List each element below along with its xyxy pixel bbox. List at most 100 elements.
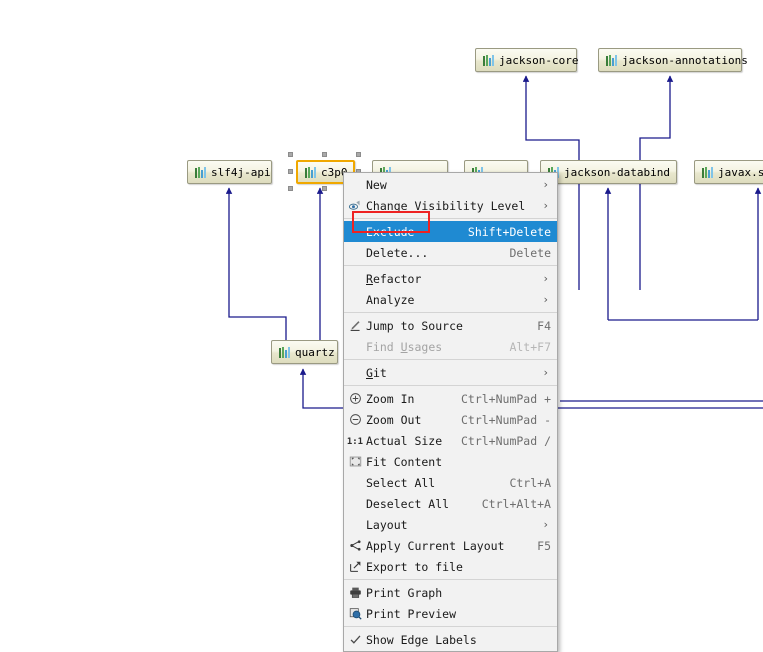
graph-node-label: javax.se [718, 165, 763, 179]
menu-item-shortcut: Ctrl+NumPad / [460, 433, 551, 448]
jar-bars-icon [305, 166, 316, 178]
graph-context-menu[interactable]: New › Change Visibility Level › Exclude Shift… [343, 172, 558, 652]
menu-item-label: Print Preview [366, 606, 457, 621]
menu-item-shortcut: F4 [537, 318, 551, 333]
pencil-icon [344, 316, 366, 336]
menu-item-label: Change Visibility Level [366, 198, 526, 213]
chevron-right-icon: › [542, 178, 549, 191]
graph-node-slf4j-api[interactable]: slf4j-api [187, 160, 272, 184]
menu-icon-placeholder [344, 175, 366, 195]
menu-item-label: Refactor [366, 271, 422, 286]
menu-item-exclude[interactable]: Exclude Shift+Delete [344, 221, 557, 242]
printer-icon [344, 583, 366, 603]
menu-item-delete[interactable]: Delete... Delete [344, 242, 557, 263]
menu-item-label: Deselect All [366, 496, 450, 511]
menu-separator [344, 218, 557, 219]
jar-bars-icon [606, 54, 617, 66]
menu-icon-placeholder [344, 473, 366, 493]
graph-node-jackson-annotations[interactable]: jackson-annotations [598, 48, 748, 72]
graph-node-quartz[interactable]: quartz [271, 340, 338, 364]
menu-item-fit-content[interactable]: Fit Content [344, 451, 557, 472]
eye-icon [344, 196, 366, 216]
selection-handle-middle-left[interactable] [288, 169, 293, 174]
menu-item-label: Apply Current Layout [366, 538, 505, 553]
menu-item-label: Select All [366, 475, 436, 490]
menu-item-zoom-out[interactable]: Zoom Out Ctrl+NumPad - [344, 409, 557, 430]
menu-item-apply-layout[interactable]: Apply Current Layout F5 [344, 535, 557, 556]
fit-content-icon [344, 452, 366, 472]
menu-item-label: Git [366, 365, 387, 380]
check-icon [344, 630, 366, 650]
menu-item-jump-to-source[interactable]: Jump to Source F4 [344, 315, 557, 336]
menu-separator [344, 385, 557, 386]
menu-item-show-edge-labels[interactable]: Show Edge Labels [344, 629, 557, 650]
jar-bars-icon [483, 54, 494, 66]
menu-item-find-usages: Find Usages Alt+F7 [344, 336, 557, 357]
menu-icon-placeholder [344, 290, 366, 310]
menu-icon-placeholder [344, 494, 366, 514]
jar-bars-icon [279, 346, 290, 358]
menu-icon-placeholder [344, 363, 366, 383]
selection-handle-top-left[interactable] [288, 152, 293, 157]
selection-handle-bottom-left[interactable] [288, 186, 293, 191]
menu-item-actual-size[interactable]: 1:1 Actual Size Ctrl+NumPad / [344, 430, 557, 451]
graph-node-jackson-core[interactable]: jackson-core [475, 48, 579, 72]
menu-item-label: Zoom Out [366, 412, 422, 427]
menu-item-shortcut: Ctrl+NumPad - [460, 412, 551, 427]
chevron-right-icon: › [542, 199, 549, 212]
menu-icon-placeholder [344, 222, 366, 242]
menu-item-shortcut: Ctrl+Alt+A [481, 496, 551, 511]
menu-item-shortcut: Shift+Delete [467, 224, 551, 239]
chevron-right-icon: › [542, 293, 549, 306]
graph-node-label: slf4j-api [211, 165, 271, 179]
menu-item-label: Jump to Source [366, 318, 463, 333]
graph-node-label: jackson-core [499, 53, 579, 67]
apply-layout-icon [344, 536, 366, 556]
menu-item-layout[interactable]: Layout › [344, 514, 557, 535]
menu-icon-placeholder [344, 337, 366, 357]
menu-icon-placeholder [344, 515, 366, 535]
menu-item-label: Delete... [366, 245, 429, 260]
menu-item-print-graph[interactable]: Print Graph [344, 582, 557, 603]
menu-item-refactor[interactable]: Refactor › [344, 268, 557, 289]
menu-item-label: Actual Size [366, 433, 443, 448]
selection-handle-top-right[interactable] [356, 152, 361, 157]
graph-node-label: jackson-databind [564, 165, 670, 179]
zoom-out-icon [344, 410, 366, 430]
menu-item-new[interactable]: New › [344, 174, 557, 195]
menu-item-visibility[interactable]: Change Visibility Level › [344, 195, 557, 216]
menu-item-shortcut: Alt+F7 [509, 339, 551, 354]
menu-item-select-all[interactable]: Select All Ctrl+A [344, 472, 557, 493]
graph-node-javax-se[interactable]: javax.se [694, 160, 763, 184]
chevron-right-icon: › [542, 518, 549, 531]
menu-item-print-preview[interactable]: Print Preview [344, 603, 557, 624]
menu-item-label: Show Edge Labels [366, 632, 477, 647]
menu-item-export-to-file[interactable]: Export to file [344, 556, 557, 577]
menu-item-label: Fit Content [366, 454, 443, 469]
selection-handle-bottom-center[interactable] [322, 186, 327, 191]
graph-node-jackson-databind[interactable]: jackson-databind [540, 160, 677, 184]
chevron-right-icon: › [542, 366, 549, 379]
menu-item-label: New [366, 177, 387, 192]
svg-text:1:1: 1:1 [347, 437, 363, 447]
menu-item-analyze[interactable]: Analyze › [344, 289, 557, 310]
menu-separator [344, 359, 557, 360]
menu-separator [344, 265, 557, 266]
menu-item-zoom-in[interactable]: Zoom In Ctrl+NumPad + [344, 388, 557, 409]
selection-handle-top-center[interactable] [322, 152, 327, 157]
jar-bars-icon [702, 166, 713, 178]
menu-item-label: Zoom In [366, 391, 415, 406]
graph-node-label: jackson-annotations [622, 53, 748, 67]
menu-item-git[interactable]: Git › [344, 362, 557, 383]
menu-item-deselect-all[interactable]: Deselect All Ctrl+Alt+A [344, 493, 557, 514]
menu-item-label: Layout [366, 517, 408, 532]
menu-icon-placeholder [344, 243, 366, 263]
menu-item-label: Analyze [366, 292, 415, 307]
menu-separator [344, 312, 557, 313]
chevron-right-icon: › [542, 272, 549, 285]
one-to-one-icon: 1:1 [344, 431, 366, 451]
menu-item-shortcut: Ctrl+NumPad + [460, 391, 551, 406]
menu-item-shortcut: F5 [537, 538, 551, 553]
jar-bars-icon [195, 166, 206, 178]
menu-icon-placeholder [344, 269, 366, 289]
